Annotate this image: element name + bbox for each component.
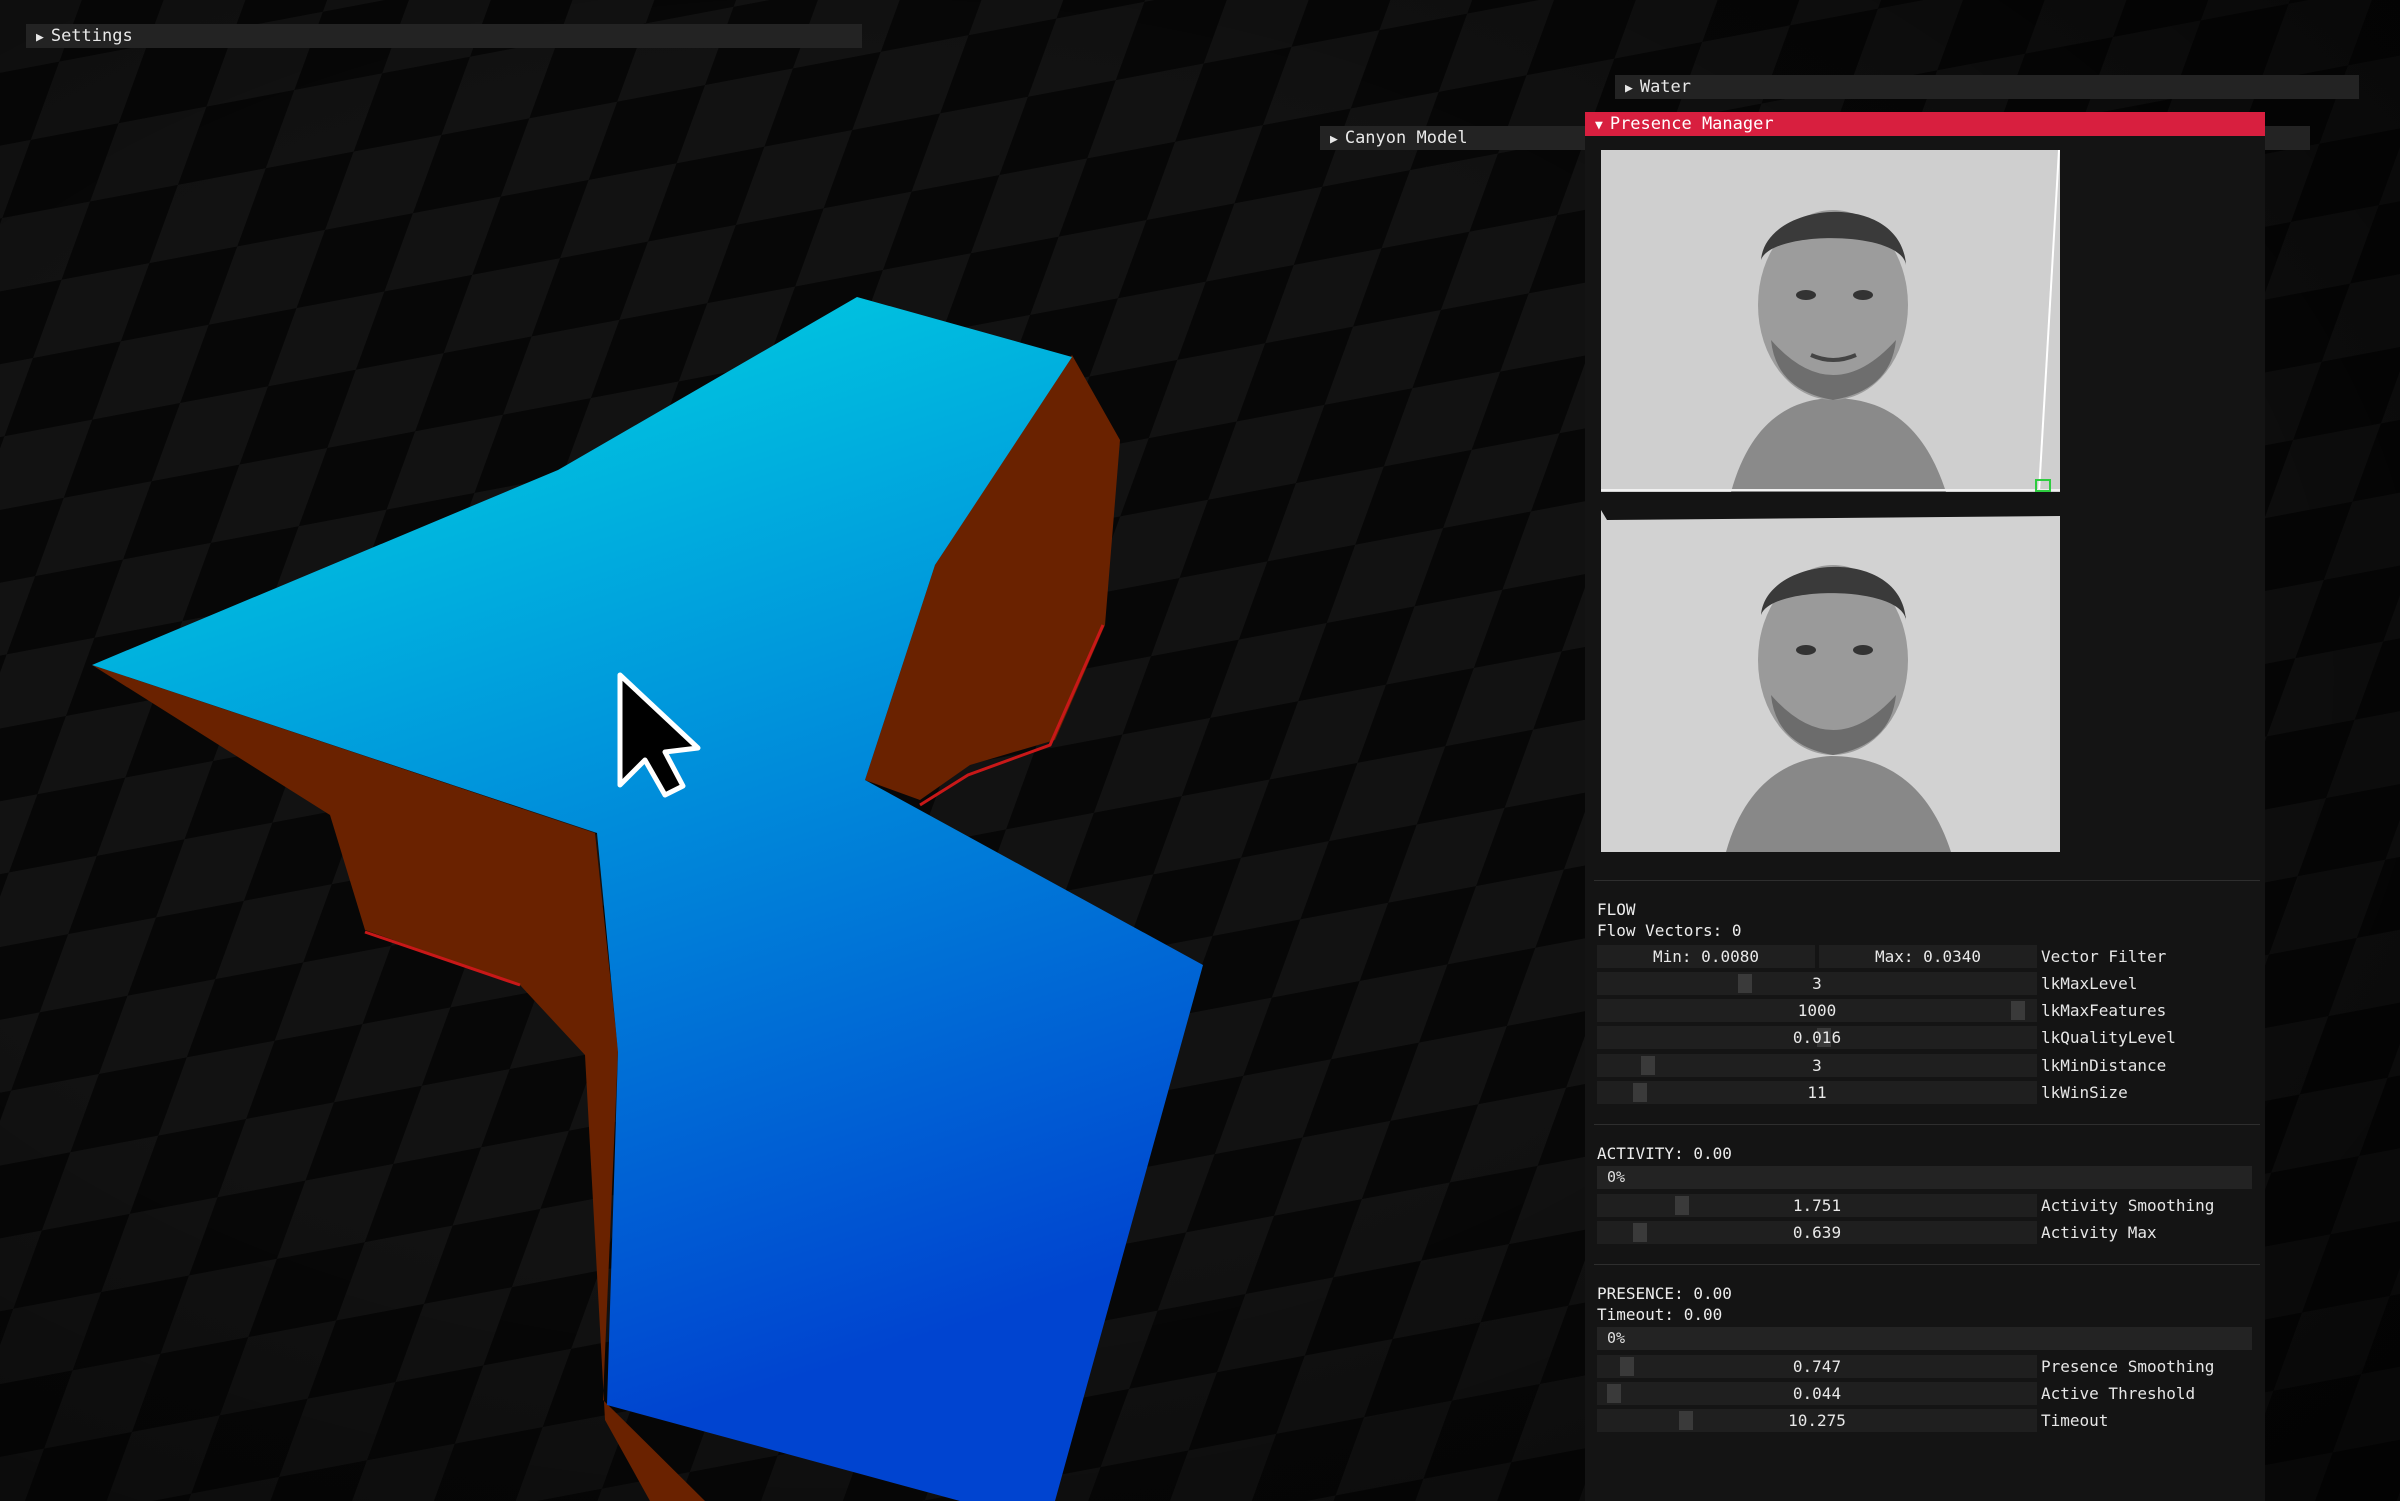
- slider-grab-handle[interactable]: [2011, 1001, 2025, 1021]
- expand-arrow-icon: ▼: [1595, 118, 1603, 133]
- slider-value: 0.747: [1792, 1357, 1842, 1376]
- slider-grab-handle[interactable]: [1633, 1082, 1647, 1102]
- slider-grab-handle[interactable]: [1633, 1223, 1647, 1242]
- slider-row: 0.044 Active Threshold: [1597, 1382, 2237, 1405]
- slider-row: 10.275 Timeout: [1597, 1409, 2237, 1432]
- slider-field[interactable]: 3: [1597, 1053, 2037, 1077]
- presence-progress-text: 0%: [1607, 1329, 1626, 1347]
- vector-filter-label: Vector Filter: [2041, 947, 2167, 966]
- slider-row: 3 lkMaxLevel: [1597, 972, 2237, 995]
- slider-row: 0.747 Presence Smoothing: [1597, 1355, 2237, 1378]
- vector-filter-min[interactable]: Min: 0.0080: [1597, 945, 1815, 968]
- vector-filter-max[interactable]: Max: 0.0340: [1819, 945, 2037, 968]
- slider-grab-handle[interactable]: [1607, 1384, 1621, 1403]
- vector-filter-range: Min: 0.0080 Max: 0.0340 Vector Filter: [1597, 945, 2237, 968]
- presence-manager-window-title[interactable]: ▼ Presence Manager: [1585, 112, 2265, 136]
- slider-grab-handle[interactable]: [1679, 1411, 1693, 1430]
- water-window-title[interactable]: ▶ Water: [1615, 75, 2359, 99]
- slider-field[interactable]: 0.639: [1597, 1221, 2037, 1244]
- water-title-label: Water: [1639, 77, 1692, 97]
- slider-label: lkMaxFeatures: [2041, 1001, 2167, 1021]
- slider-label: Activity Smoothing: [2041, 1196, 2215, 1215]
- slider-field[interactable]: 1.751: [1597, 1194, 2037, 1217]
- slider-value: 3: [1812, 974, 1822, 993]
- collapse-arrow-icon: ▶: [36, 30, 44, 45]
- slider-row: 1.751 Activity Smoothing: [1597, 1194, 2237, 1217]
- slider-field[interactable]: 11: [1597, 1080, 2037, 1104]
- section-separator: [1594, 1124, 2260, 1125]
- presence-timeout-text: Timeout: 0.00: [1597, 1305, 1723, 1324]
- slider-field[interactable]: 1000: [1597, 999, 2037, 1023]
- section-separator: [1594, 1264, 2260, 1265]
- camera-feed-warped: [1601, 510, 2060, 852]
- slider-grab-handle[interactable]: [1620, 1357, 1634, 1376]
- activity-progress-text: 0%: [1607, 1168, 1626, 1186]
- flow-heading: FLOW: [1597, 900, 1636, 919]
- slider-value: 1.751: [1792, 1196, 1842, 1215]
- slider-value: 0.639: [1792, 1223, 1842, 1242]
- slider-row: 0.016 lkQualityLevel: [1597, 1026, 2237, 1050]
- slider-label: Activity Max: [2041, 1223, 2157, 1242]
- canyon-model-title-label: Canyon Model: [1344, 128, 1468, 148]
- slider-value: 1000: [1797, 1001, 1837, 1021]
- settings-window-title[interactable]: ▶ Settings: [26, 24, 862, 48]
- slider-field[interactable]: 3: [1597, 972, 2037, 995]
- slider-grab-handle[interactable]: [1641, 1055, 1655, 1075]
- settings-title-label: Settings: [50, 26, 133, 46]
- slider-field[interactable]: 10.275: [1597, 1409, 2037, 1432]
- slider-label: Presence Smoothing: [2041, 1357, 2215, 1376]
- camera-feed-raw: [1601, 150, 2060, 492]
- collapse-arrow-icon: ▶: [1330, 132, 1338, 147]
- slider-label: lkMaxLevel: [2041, 974, 2138, 993]
- slider-field[interactable]: 0.016: [1597, 1026, 2037, 1050]
- presence-heading: PRESENCE: 0.00: [1597, 1284, 1732, 1303]
- activity-progress-bar: 0%: [1597, 1166, 2252, 1189]
- presence-progress-bar: 0%: [1597, 1327, 2252, 1350]
- slider-row: 0.639 Activity Max: [1597, 1221, 2237, 1244]
- slider-field[interactable]: 0.044: [1597, 1382, 2037, 1405]
- collapse-arrow-icon: ▶: [1625, 81, 1633, 96]
- presence-manager-title-label: Presence Manager: [1609, 114, 1774, 134]
- slider-row: 1000 lkMaxFeatures: [1597, 999, 2237, 1023]
- slider-label: Timeout: [2041, 1411, 2109, 1430]
- flow-vectors-count: Flow Vectors: 0: [1597, 921, 1742, 940]
- slider-row: 3 lkMinDistance: [1597, 1053, 2237, 1077]
- slider-value: 0.016: [1792, 1028, 1842, 1048]
- slider-value: 3: [1812, 1055, 1822, 1075]
- slider-value: 11: [1807, 1082, 1827, 1102]
- slider-grab-handle[interactable]: [1675, 1196, 1689, 1215]
- section-separator: [1594, 880, 2260, 881]
- slider-label: lkMinDistance: [2041, 1055, 2167, 1075]
- activity-heading: ACTIVITY: 0.00: [1597, 1144, 1732, 1163]
- slider-label: lkWinSize: [2041, 1082, 2128, 1102]
- slider-value: 0.044: [1792, 1384, 1842, 1403]
- slider-grab-handle[interactable]: [1738, 974, 1752, 993]
- slider-row: 11 lkWinSize: [1597, 1080, 2237, 1104]
- slider-label: lkQualityLevel: [2041, 1028, 2176, 1048]
- slider-field[interactable]: 0.747: [1597, 1355, 2037, 1378]
- slider-label: Active Threshold: [2041, 1384, 2196, 1403]
- slider-value: 10.275: [1788, 1411, 1846, 1430]
